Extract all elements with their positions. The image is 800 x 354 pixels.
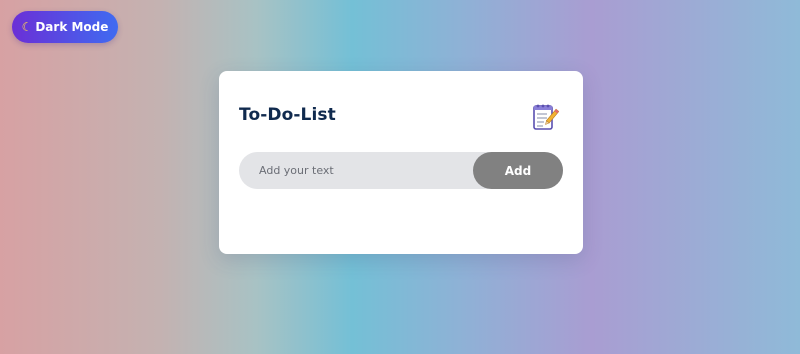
add-button[interactable]: Add [473,152,563,189]
task-list [239,201,563,241]
notepad-icon [533,104,559,130]
moon-icon: ☾ [21,20,33,34]
dark-mode-toggle[interactable]: ☾ Dark Mode [12,11,118,43]
todo-card: To-Do-List Add [219,71,583,254]
dark-mode-label: Dark Mode [35,20,109,34]
task-input-row: Add [239,152,563,189]
page-title: To-Do-List [239,105,336,125]
task-input[interactable] [239,152,473,189]
